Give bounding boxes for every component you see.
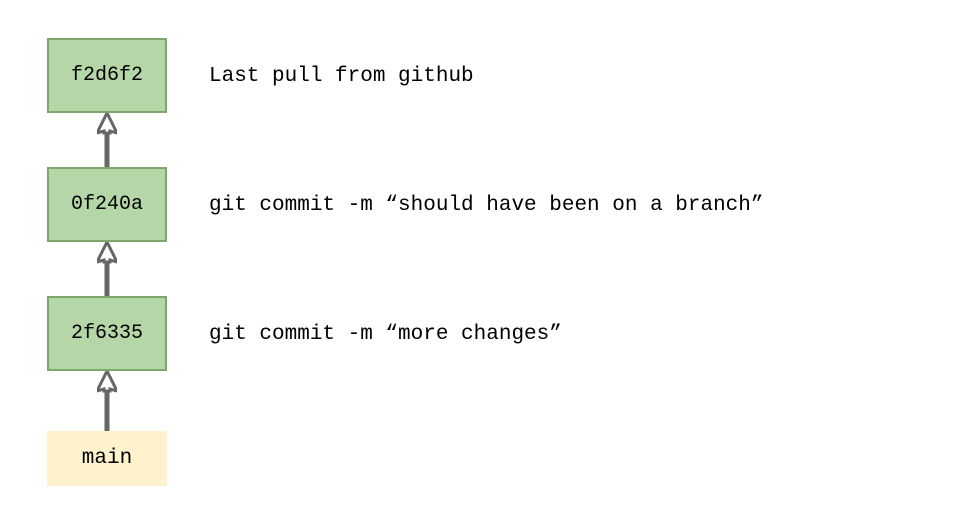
commit-hash: 0f240a	[71, 193, 143, 216]
commit-node: 2f6335	[47, 296, 167, 371]
commit-node: 0f240a	[47, 167, 167, 242]
commit-description: git commit -m “should have been on a bra…	[209, 194, 764, 217]
commit-hash: f2d6f2	[71, 64, 143, 87]
commit-description: git commit -m “more changes”	[209, 323, 562, 346]
arrow-up-icon	[97, 371, 117, 431]
commit-hash: 2f6335	[71, 322, 143, 345]
branch-name: main	[82, 447, 132, 470]
arrow-up-icon	[97, 113, 117, 167]
commit-description: Last pull from github	[209, 65, 474, 88]
commit-node: f2d6f2	[47, 38, 167, 113]
branch-node: main	[47, 431, 167, 486]
arrow-up-icon	[97, 242, 117, 296]
